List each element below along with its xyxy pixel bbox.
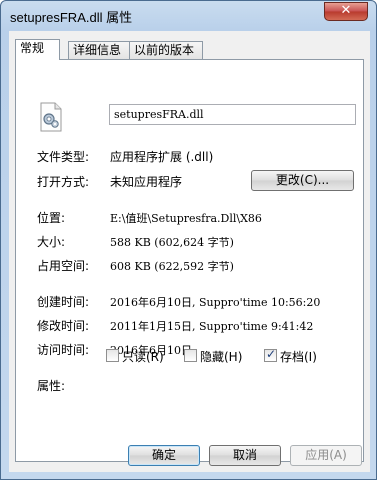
- size-value: 588 KB (602,624 字节): [110, 236, 234, 249]
- modified-label: 修改时间:: [37, 319, 90, 333]
- dialog-client-area: 常规 详细信息 以前的版本 setupresFRA.dll 文件类型: 应用程序…: [9, 31, 370, 472]
- dll-file-icon: [38, 102, 64, 135]
- accessed-label: 访问时间:: [37, 343, 90, 357]
- properties-window: setupresFRA.dll 属性 ✕ 常规 详细信息 以前的版本 setup…: [0, 0, 377, 480]
- checkbox-box[interactable]: ✓: [264, 347, 277, 362]
- file-type-value: 应用程序扩展 (.dll): [110, 150, 214, 164]
- divider: [34, 282, 358, 283]
- size-label: 大小:: [37, 235, 66, 249]
- divider: [34, 138, 358, 139]
- tab-previous-versions[interactable]: 以前的版本: [129, 41, 203, 59]
- modified-value: 2011年1月15日, Suppro'time 9:41:42: [110, 320, 314, 333]
- general-tab-panel: setupresFRA.dll 文件类型: 应用程序扩展 (.dll) 打开方式…: [15, 59, 364, 462]
- close-button[interactable]: ✕: [324, 2, 368, 21]
- divider: [34, 198, 358, 199]
- created-label: 创建时间:: [37, 295, 90, 309]
- ok-button[interactable]: 确定: [128, 445, 200, 466]
- window-title: setupresFRA.dll 属性: [10, 10, 133, 25]
- attributes-label: 属性:: [37, 379, 66, 393]
- change-button[interactable]: 更改(C)...: [251, 170, 354, 191]
- location-label: 位置:: [37, 211, 66, 225]
- checkbox-box[interactable]: [106, 349, 119, 362]
- archive-label: 存档(I): [280, 350, 317, 364]
- tab-details[interactable]: 详细信息: [68, 41, 130, 59]
- checkmark-icon: ✓: [266, 347, 277, 361]
- cancel-button[interactable]: 取消: [209, 445, 281, 466]
- size-on-disk-value: 608 KB (622,592 字节): [110, 260, 234, 273]
- title-bar[interactable]: setupresFRA.dll 属性 ✕: [1, 1, 376, 31]
- readonly-label: 只读(R): [122, 350, 164, 364]
- checkbox-box[interactable]: [184, 349, 197, 362]
- file-name-field[interactable]: setupresFRA.dll: [109, 104, 356, 125]
- tab-general[interactable]: 常规: [15, 39, 60, 60]
- divider: [34, 365, 358, 366]
- size-on-disk-label: 占用空间:: [37, 259, 90, 273]
- open-with-value: 未知应用程序: [110, 175, 183, 189]
- hidden-label: 隐藏(H): [200, 350, 243, 364]
- location-value: E:\值班\Setupresfra.Dll\X86: [110, 212, 262, 225]
- created-value: 2016年6月10日, Suppro'time 10:56:20: [110, 296, 321, 309]
- open-with-label: 打开方式:: [37, 175, 90, 189]
- file-type-label: 文件类型:: [37, 150, 90, 164]
- apply-button[interactable]: 应用(A): [290, 445, 362, 466]
